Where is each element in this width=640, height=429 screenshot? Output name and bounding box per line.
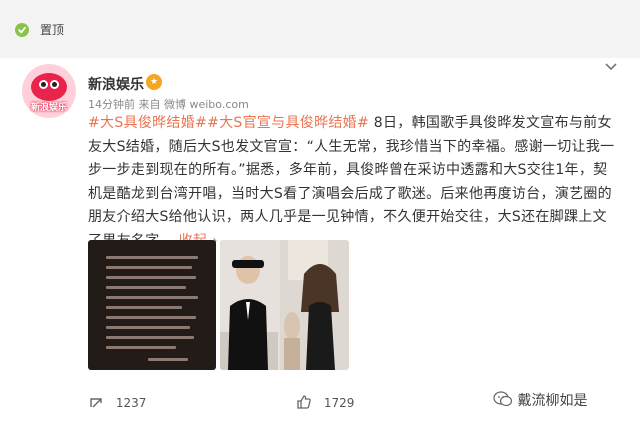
avatar-eye bbox=[39, 80, 48, 89]
repost-count: 1237 bbox=[115, 396, 147, 410]
share-icon bbox=[90, 398, 102, 408]
author-name[interactable]: 新浪娱乐 bbox=[88, 74, 144, 94]
watermark: 戴流柳如是 bbox=[493, 390, 587, 410]
pin-icon bbox=[15, 23, 29, 37]
avatar[interactable]: 新浪娱乐 bbox=[22, 64, 76, 118]
couple-illustration bbox=[220, 240, 349, 370]
like-button[interactable]: 1729 bbox=[296, 394, 354, 410]
photo-couple[interactable] bbox=[220, 240, 349, 370]
thumbs-up-icon bbox=[297, 395, 311, 409]
hashtag-link[interactable]: #大S具俊晔结婚# bbox=[88, 115, 207, 131]
post-meta: 14分钟前 来自 微博 weibo.com bbox=[88, 98, 249, 111]
chevron-down-icon[interactable] bbox=[604, 62, 618, 72]
photo-note-screenshot[interactable] bbox=[88, 240, 216, 370]
avatar-logo-text: 新浪娱乐 bbox=[30, 103, 67, 113]
avatar-eye bbox=[50, 80, 59, 89]
post-content: #大S具俊晔结婚##大S官宣与具俊晔结婚# 8日，韩国歌手具俊晔发文宣布与前女友… bbox=[88, 112, 620, 254]
watermark-text: 戴流柳如是 bbox=[517, 393, 588, 409]
repost-button[interactable]: 1237 bbox=[88, 394, 146, 410]
verified-badge-icon: ★ bbox=[146, 74, 162, 90]
top-bar: 置顶 bbox=[0, 0, 640, 58]
post-text: 8日，韩国歌手具俊晔发文宣布与前女友大S结婚，随后大S也发文官宣：“人生无常，我… bbox=[88, 115, 615, 249]
pinned-label: 置顶 bbox=[40, 23, 65, 37]
like-count: 1729 bbox=[323, 396, 355, 410]
avatar-face bbox=[31, 73, 67, 101]
hashtag-link[interactable]: #大S官宣与具俊晔结婚# bbox=[207, 115, 369, 131]
wechat-icon bbox=[493, 391, 513, 407]
